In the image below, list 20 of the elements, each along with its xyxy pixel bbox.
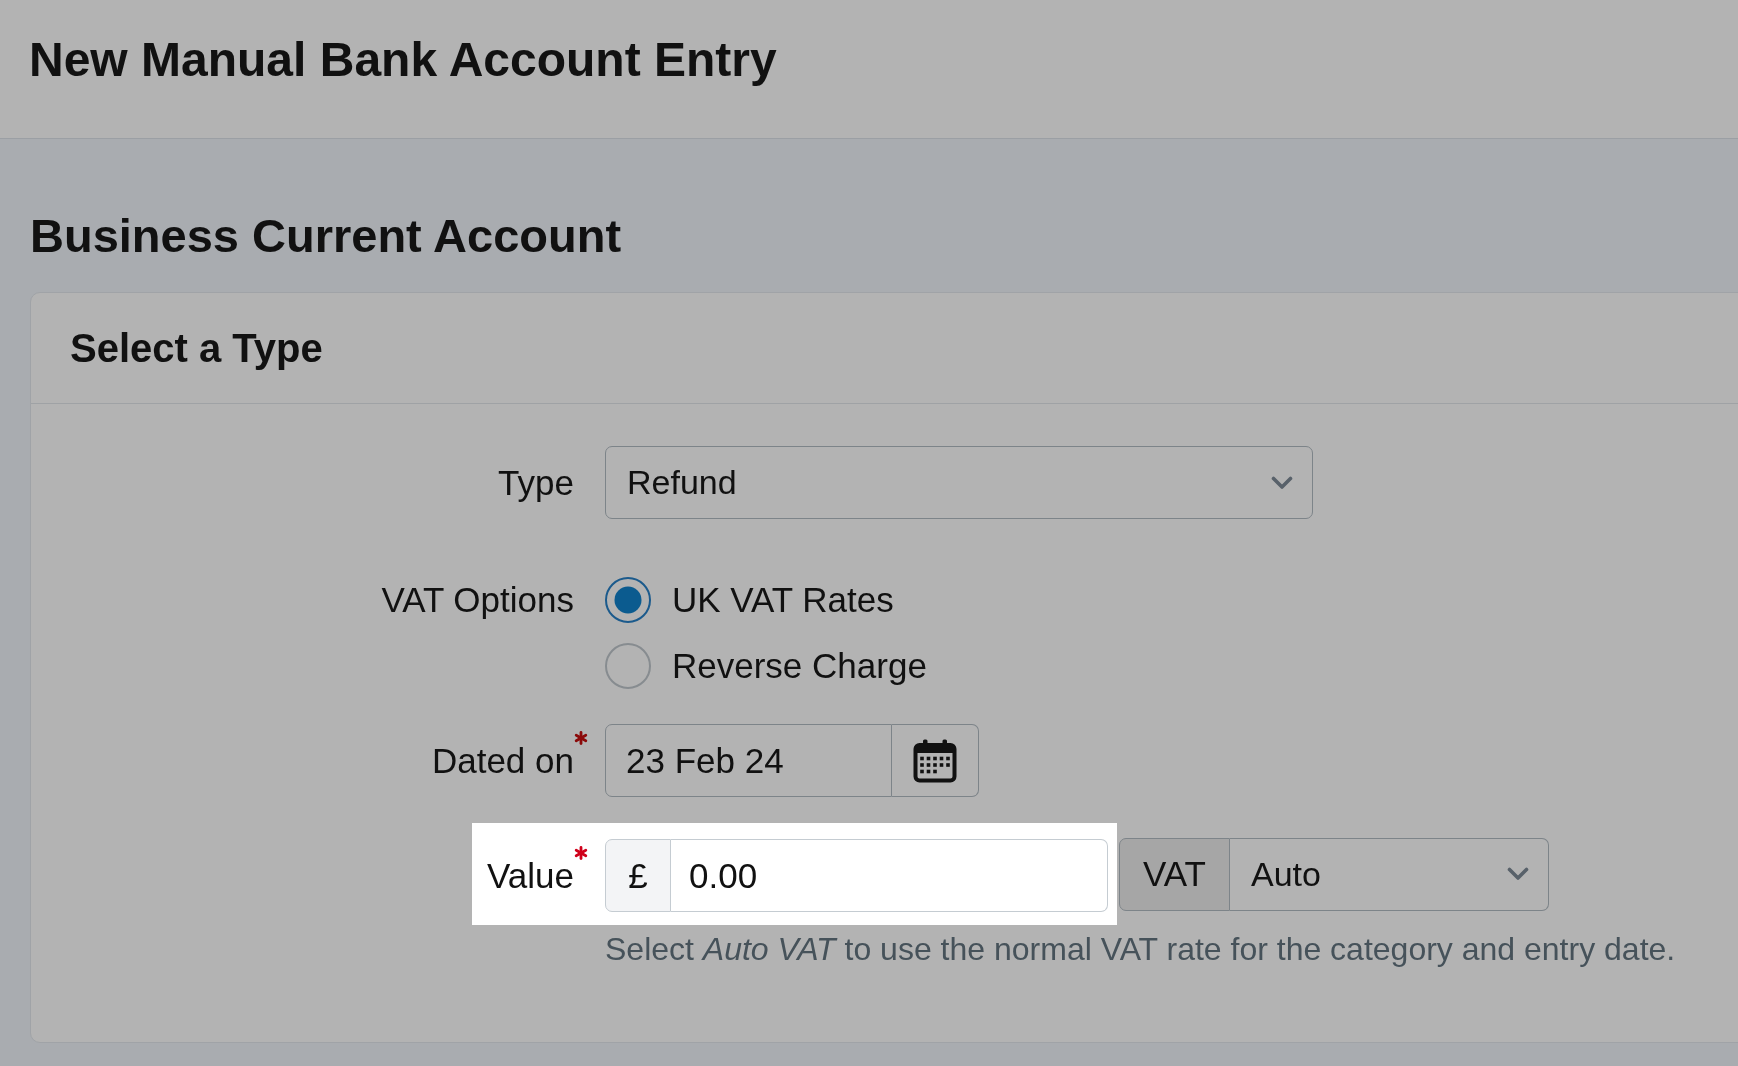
field-label: Value <box>487 855 574 896</box>
field-label: Type <box>498 462 574 503</box>
value-input[interactable]: 0.00 <box>671 839 1108 912</box>
calendar-button[interactable] <box>892 724 979 797</box>
chevron-down-icon <box>1507 867 1529 881</box>
vat-addon: VAT <box>1119 837 1230 911</box>
chevron-down-icon <box>1271 475 1293 490</box>
field-label: Dated on <box>431 740 574 781</box>
card-title: Select a Type <box>70 325 323 372</box>
calendar-icon <box>913 738 957 783</box>
vat-select[interactable]: Auto <box>1230 837 1549 911</box>
type-select[interactable]: Refund <box>605 446 1313 519</box>
currency-addon: £ <box>605 839 671 912</box>
radio-option[interactable]: Reverse Charge <box>605 642 927 690</box>
radio-option[interactable]: UK VAT Rates <box>605 576 894 624</box>
account-heading: Business Current Account <box>30 208 622 264</box>
field-label: VAT Options <box>381 580 574 620</box>
help-text: Select Auto VAT to use the normal VAT rate for the category and entry date. <box>605 931 1676 967</box>
page-title: New Manual Bank Account Entry <box>29 32 777 88</box>
date-input[interactable]: 23 Feb 24 <box>605 724 892 797</box>
